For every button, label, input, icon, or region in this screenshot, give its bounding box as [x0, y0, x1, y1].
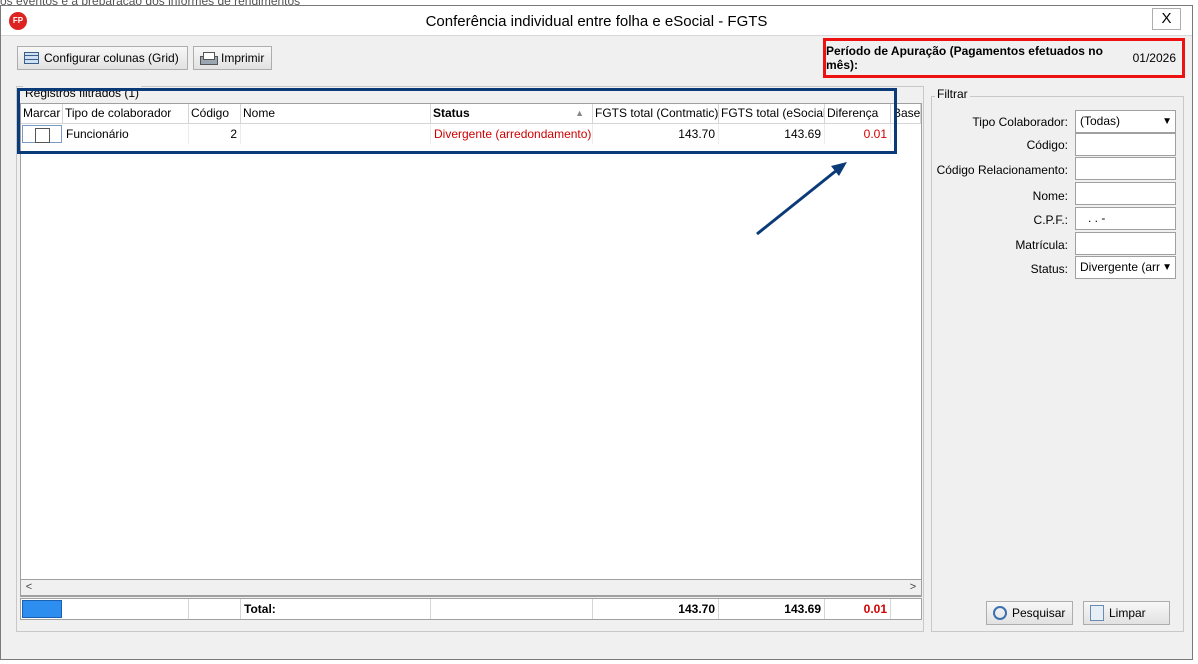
tipo-colaborador-label: Tipo Colaborador:: [972, 115, 1068, 129]
codigo-relacionamento-input[interactable]: [1075, 157, 1176, 180]
annotation-arrow-icon: [756, 162, 847, 236]
totals-row-marker: [22, 600, 62, 618]
configure-columns-label: Configurar colunas (Grid): [44, 51, 179, 65]
codigo-relacionamento-label: Código Relacionamento:: [936, 163, 1068, 177]
title-bar: FP Conferência individual entre folha e …: [1, 6, 1192, 36]
status-select[interactable]: Divergente (arr ▼: [1075, 256, 1176, 279]
clear-icon: [1090, 605, 1104, 621]
codigo-label: Código:: [1026, 138, 1068, 152]
totals-label: Total:: [241, 599, 431, 619]
cpf-label: C.P.F.:: [1033, 213, 1068, 227]
filter-group-title: Filtrar: [935, 87, 970, 101]
dialog-window: FP Conferência individual entre folha e …: [0, 5, 1193, 660]
clear-button[interactable]: Limpar: [1083, 601, 1170, 625]
periodo-apuracao: Período de Apuração (Pagamentos efetuado…: [823, 38, 1185, 78]
clear-label: Limpar: [1109, 606, 1146, 620]
status-label: Status:: [1030, 262, 1068, 276]
grid-icon: [24, 52, 39, 64]
matricula-label: Matrícula:: [1015, 238, 1068, 252]
search-button[interactable]: Pesquisar: [986, 601, 1073, 625]
scroll-right-icon[interactable]: >: [905, 580, 921, 595]
cpf-input[interactable]: . . -: [1075, 207, 1176, 230]
printer-icon: [200, 51, 218, 65]
nome-input[interactable]: [1075, 182, 1176, 205]
nome-label: Nome:: [1032, 189, 1068, 203]
chevron-down-icon: ▼: [1162, 262, 1172, 273]
totals-empty-2: [189, 599, 241, 619]
status-value: Divergente (arr: [1080, 260, 1161, 274]
totals-diferenca: 0.01: [825, 599, 891, 619]
totals-fgts-contmatic: 143.70: [593, 599, 719, 619]
totals-row: Total: 143.70 143.69 0.01: [20, 598, 922, 620]
search-label: Pesquisar: [1012, 606, 1066, 620]
close-button[interactable]: X: [1152, 8, 1181, 30]
print-button[interactable]: Imprimir: [193, 46, 272, 70]
annotation-highlight-box: [17, 88, 897, 154]
periodo-value: 01/2026: [1132, 51, 1176, 65]
matricula-input[interactable]: [1075, 232, 1176, 255]
window-title: Conferência individual entre folha e eSo…: [425, 13, 768, 30]
horizontal-scrollbar[interactable]: < >: [20, 579, 922, 596]
tipo-colaborador-select[interactable]: (Todas) ▼: [1075, 110, 1176, 133]
periodo-label: Período de Apuração (Pagamentos efetuado…: [826, 44, 1103, 72]
totals-empty-3: [431, 599, 593, 619]
chevron-down-icon: ▼: [1162, 116, 1172, 127]
totals-empty-1: [63, 599, 189, 619]
search-icon: [993, 606, 1007, 620]
totals-fgts-esocial: 143.69: [719, 599, 825, 619]
tipo-colaborador-value: (Todas): [1080, 114, 1121, 128]
configure-columns-button[interactable]: Configurar colunas (Grid): [17, 46, 188, 70]
print-label: Imprimir: [221, 51, 265, 65]
codigo-input[interactable]: [1075, 133, 1176, 156]
scroll-left-icon[interactable]: <: [21, 580, 37, 595]
